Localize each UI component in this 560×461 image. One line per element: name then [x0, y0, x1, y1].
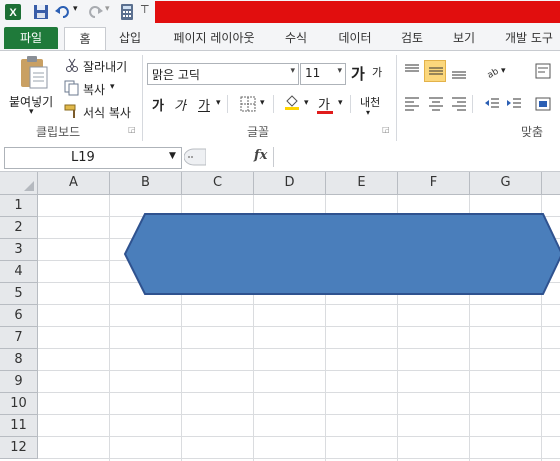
sheet-grid[interactable]: A B C D E F G 1 2 3 4 5 6 7 8 9 10 11 12 — [0, 172, 560, 461]
border-dropdown-icon[interactable]: ▾ — [260, 98, 265, 108]
divider — [350, 95, 351, 113]
excel-icon[interactable]: X — [4, 3, 22, 21]
tab-page-layout[interactable]: 페이지 레이아웃 — [160, 27, 268, 49]
bold-button[interactable]: 가 — [152, 95, 164, 114]
copy-button[interactable]: 복사 — [83, 81, 105, 98]
redo-icon[interactable] — [86, 3, 104, 21]
tab-insert[interactable]: 삽입 — [112, 27, 148, 49]
copy-icon[interactable] — [64, 80, 80, 96]
align-center-icon[interactable] — [428, 96, 444, 112]
calculator-icon[interactable] — [118, 3, 136, 21]
increase-indent-icon[interactable] — [506, 96, 522, 112]
hexagon-shape[interactable] — [123, 213, 560, 295]
font-launcher-icon[interactable]: ◲ — [382, 125, 390, 134]
svg-text:X: X — [9, 7, 17, 19]
alignment-group-label: 맞춤 — [521, 125, 544, 139]
save-icon[interactable] — [32, 3, 50, 21]
tab-formulas[interactable]: 수식 — [278, 27, 314, 49]
align-left-icon[interactable] — [404, 96, 420, 112]
tab-developer[interactable]: 개발 도구 — [498, 27, 560, 49]
font-size-box[interactable]: 11 ▾ — [300, 63, 346, 85]
align-right-icon[interactable] — [451, 96, 467, 112]
font-size-value: 11 — [305, 66, 321, 80]
underline-dropdown-icon[interactable]: ▾ — [216, 98, 221, 108]
undo-icon[interactable] — [54, 3, 72, 21]
decrease-indent-icon[interactable] — [484, 96, 500, 112]
tab-review[interactable]: 검토 — [394, 27, 430, 49]
divider — [472, 95, 473, 113]
fill-color-dropdown-icon[interactable]: ▾ — [304, 98, 309, 108]
tab-home[interactable]: 홈 — [64, 27, 106, 51]
clipboard-group-label: 클립보드 — [36, 125, 81, 139]
formula-input[interactable] — [273, 147, 560, 167]
ribbon-tabs: 파일 홈 삽입 페이지 레이아웃 수식 데이터 검토 보기 개발 도구 — [0, 24, 560, 51]
font-group-label: 글꼴 — [247, 125, 270, 139]
svg-text:ab: ab — [486, 67, 500, 79]
font-name-value: 맑은 고딕 — [152, 68, 200, 82]
tab-view[interactable]: 보기 — [446, 27, 482, 49]
title-bar — [155, 1, 560, 23]
font-color-swatch — [317, 111, 333, 114]
shrink-font-button[interactable]: 가 — [372, 64, 382, 80]
quick-access-toolbar: X ▾ ▾ ⊤ — [0, 0, 560, 25]
ribbon-home: 붙여넣기 ▾ 잘라내기 복사 ▾ 서식 복사 클립보드 ◲ 맑은 고딕 ▾ 11… — [0, 50, 560, 146]
formula-bar-resize-icon[interactable] — [184, 148, 206, 166]
insert-function-button[interactable]: fx — [254, 148, 267, 163]
grow-font-button[interactable]: 가 — [351, 63, 365, 84]
customize-qat-icon[interactable]: ⊤ — [140, 3, 150, 16]
orientation-dropdown-icon[interactable]: ▾ — [501, 66, 506, 76]
align-bottom-icon[interactable] — [451, 63, 467, 79]
name-box-value: L19 — [71, 150, 95, 165]
align-middle-icon — [429, 67, 443, 75]
hexagon-shape-layer — [123, 213, 560, 295]
align-top-icon[interactable] — [404, 63, 420, 79]
paste-icon[interactable] — [18, 55, 50, 91]
underline-button[interactable]: 가 — [198, 95, 210, 114]
border-icon[interactable] — [240, 96, 256, 112]
merge-center-icon[interactable] — [535, 96, 551, 112]
paste-dropdown-icon[interactable]: ▾ — [29, 107, 34, 117]
fill-color-icon[interactable] — [284, 94, 300, 110]
group-divider — [142, 55, 143, 141]
italic-button[interactable]: 가 — [174, 95, 186, 114]
orientation-icon[interactable]: ab — [484, 63, 500, 79]
chevron-down-icon[interactable]: ▼ — [169, 151, 176, 161]
divider — [227, 95, 228, 113]
phonetic-dropdown-icon[interactable]: ▾ — [366, 108, 370, 117]
wrap-text-icon[interactable] — [535, 63, 551, 79]
redo-dropdown-icon[interactable]: ▾ — [105, 4, 110, 14]
chevron-down-icon[interactable]: ▾ — [290, 66, 295, 76]
format-painter-icon[interactable] — [64, 103, 80, 119]
copy-dropdown-icon[interactable]: ▾ — [110, 82, 115, 92]
font-name-box[interactable]: 맑은 고딕 ▾ — [147, 63, 299, 85]
undo-dropdown-icon[interactable]: ▾ — [73, 4, 78, 14]
name-box[interactable]: L19 ▼ — [4, 147, 182, 169]
cut-icon[interactable] — [64, 57, 80, 73]
format-painter-button[interactable]: 서식 복사 — [83, 104, 131, 121]
divider — [273, 95, 274, 113]
chevron-down-icon[interactable]: ▾ — [337, 66, 342, 76]
clipboard-launcher-icon[interactable]: ◲ — [128, 125, 136, 134]
cut-button[interactable]: 잘라내기 — [83, 58, 127, 75]
formula-bar: L19 ▼ fx — [0, 145, 560, 172]
phonetic-button[interactable]: 내천 — [360, 94, 380, 110]
group-divider — [396, 55, 397, 141]
align-middle-button[interactable] — [424, 60, 446, 82]
tab-data[interactable]: 데이터 — [330, 27, 380, 49]
font-color-dropdown-icon[interactable]: ▾ — [338, 98, 343, 108]
tab-file[interactable]: 파일 — [4, 27, 58, 49]
